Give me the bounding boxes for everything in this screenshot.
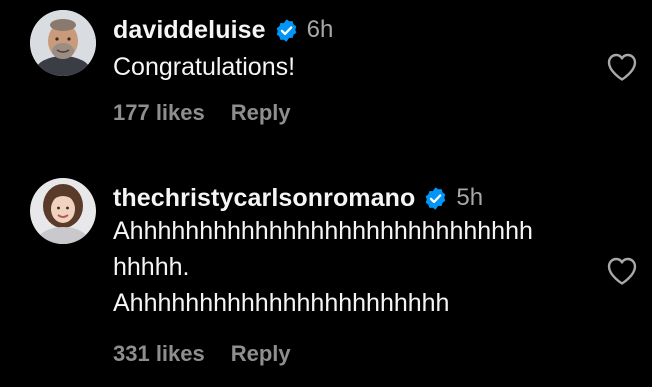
comment-item: daviddeluise 6h Congratulations! 177 lik… xyxy=(0,0,652,145)
comment-meta: 177 likes Reply xyxy=(113,100,291,126)
avatar[interactable] xyxy=(30,10,96,76)
comment-text: Ahhhhhhhhhhhhhhhhhhhhhhhhhhhhh hhhhh. Ah… xyxy=(113,217,533,317)
username[interactable]: daviddeluise xyxy=(113,16,266,45)
username[interactable]: thechristycarlsonromano xyxy=(113,184,415,213)
likes-count[interactable]: 331 likes xyxy=(113,341,205,367)
comment-header: daviddeluise 6h xyxy=(113,13,333,47)
verified-badge-icon xyxy=(274,18,299,43)
comment-text: Congratulations! xyxy=(113,53,296,81)
comment-item: thechristycarlsonromano 5h Ahhhhhhhhhhhh… xyxy=(0,168,652,387)
comment-timestamp: 5h xyxy=(456,184,484,211)
likes-count[interactable]: 177 likes xyxy=(113,100,205,126)
avatar[interactable] xyxy=(30,178,96,244)
reply-button[interactable]: Reply xyxy=(231,100,291,126)
verified-badge-icon xyxy=(423,186,448,211)
heart-outline-icon[interactable] xyxy=(606,256,638,286)
comment-meta: 331 likes Reply xyxy=(113,341,291,367)
comment-header: thechristycarlsonromano 5h xyxy=(113,181,483,215)
comment-timestamp: 6h xyxy=(306,16,334,43)
heart-outline-icon[interactable] xyxy=(606,52,638,82)
reply-button[interactable]: Reply xyxy=(231,341,291,367)
